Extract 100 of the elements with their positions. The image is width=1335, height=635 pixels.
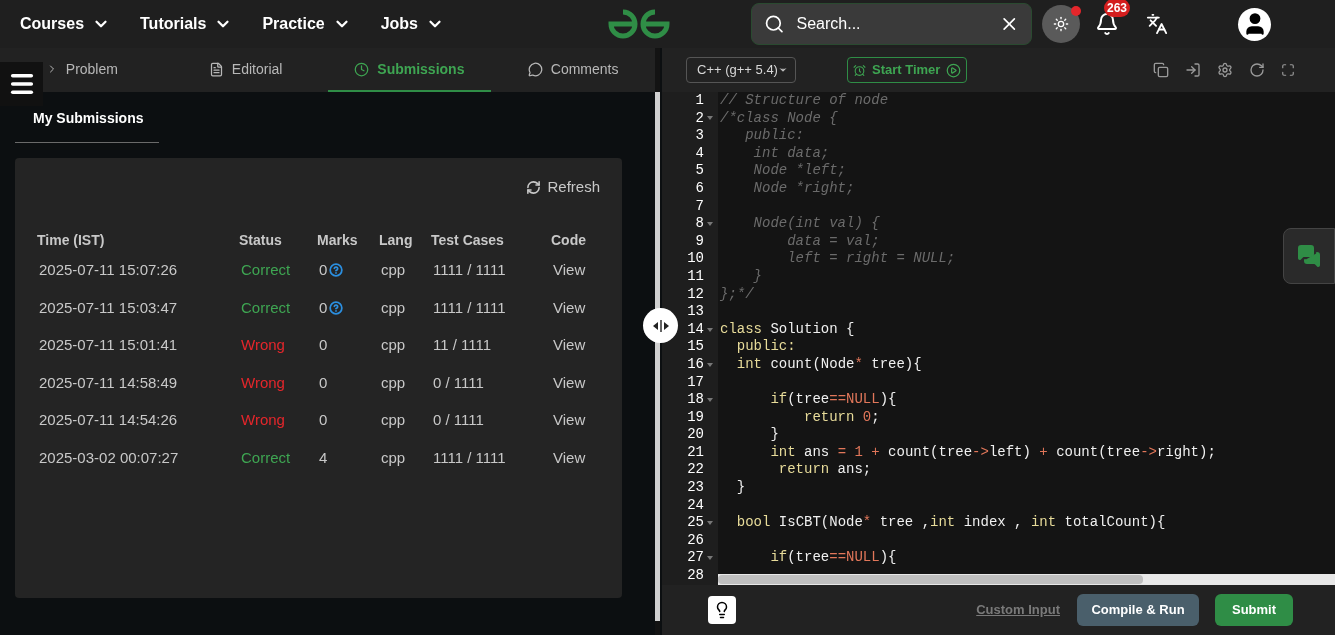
code-line: // Structure of node <box>720 92 889 108</box>
nav-menu[interactable]: Practice <box>262 12 351 36</box>
help-icon[interactable] <box>329 300 344 315</box>
compile-run-button[interactable]: Compile & Run <box>1077 594 1199 626</box>
fold-arrow-icon[interactable] <box>707 397 713 402</box>
code-line: Node *left; <box>752 162 847 179</box>
line-number: 17 <box>687 373 704 392</box>
line-number: 6 <box>695 179 704 198</box>
theme-toggle-button[interactable] <box>1042 5 1080 43</box>
view-link[interactable]: View <box>553 371 586 394</box>
code-line: int data; <box>752 144 830 161</box>
search-bar[interactable]: Search... <box>751 3 1032 45</box>
clock-icon <box>354 61 370 77</box>
line-number: 8 <box>695 215 704 233</box>
table-cell-text: 0 / 1111 <box>433 410 484 430</box>
line-number: 3 <box>695 127 704 145</box>
nav-menu[interactable]: Tutorials <box>140 12 233 36</box>
table-cell-text: cpp <box>381 335 406 355</box>
table-cell-text: 0 <box>319 410 328 430</box>
line-number: 1 <box>695 92 704 110</box>
line-number: 18 <box>687 391 704 409</box>
hint-button[interactable] <box>708 596 736 624</box>
view-link[interactable]: View <box>553 409 586 432</box>
refresh-button[interactable]: Refresh <box>526 176 600 199</box>
settings-icon[interactable] <box>1217 62 1233 78</box>
table-cell-text: 2025-07-11 14:54:26 <box>39 410 178 430</box>
notification-count: 263 <box>1104 0 1131 17</box>
fold-arrow-icon[interactable] <box>707 362 713 367</box>
table-cell-text: 0 <box>319 260 328 280</box>
search-field[interactable]: Search... <box>796 12 987 36</box>
line-number: 23 <box>687 479 704 497</box>
fullscreen-icon[interactable] <box>1281 63 1295 77</box>
help-icon[interactable] <box>329 263 344 278</box>
table-cell-text: 1111 / 1111 <box>433 260 506 280</box>
view-link[interactable]: View <box>553 296 586 319</box>
refresh-icon <box>526 179 542 195</box>
code-line: int count(Node* tree){ <box>735 355 922 372</box>
fold-arrow-icon[interactable] <box>707 221 713 226</box>
table-cell-text: cpp <box>381 260 406 280</box>
nav-menu[interactable]: Jobs <box>380 12 444 36</box>
translate-icon[interactable] <box>1146 13 1168 35</box>
fold-arrow-icon[interactable] <box>707 521 713 526</box>
table-cell-text: 2025-07-11 15:03:47 <box>39 297 178 318</box>
line-number: 27 <box>687 549 704 568</box>
line-number: 24 <box>687 496 704 515</box>
avatar[interactable] <box>1238 7 1271 41</box>
fold-arrow-icon[interactable] <box>707 556 713 561</box>
code-line: class Solution { <box>720 320 855 337</box>
line-number: 25 <box>687 514 704 532</box>
fold-arrow-icon[interactable] <box>707 116 713 121</box>
table-cell-text: 2025-03-02 00:07:27 <box>39 447 179 468</box>
view-link[interactable]: View <box>553 334 586 357</box>
column-header: Status <box>239 230 283 250</box>
code-line: data = val; <box>786 232 880 249</box>
table-cell-text: 2025-07-11 14:58:49 <box>39 372 178 393</box>
custom-input-link[interactable]: Custom Input <box>976 600 1060 620</box>
play-icon <box>946 62 962 78</box>
table-cell-text: cpp <box>381 372 406 393</box>
line-number: 5 <box>695 162 704 180</box>
status-text: Wrong <box>241 372 285 393</box>
code-line: left = right = NULL; <box>786 250 956 267</box>
line-number: 19 <box>687 408 704 427</box>
code-line: return 0; <box>803 408 880 425</box>
view-link[interactable]: View <box>553 259 586 282</box>
menu-button[interactable] <box>0 62 43 106</box>
tab[interactable]: Submissions <box>327 48 492 92</box>
tab[interactable]: Editorial <box>163 48 328 92</box>
chat-bubbles-icon <box>1297 244 1321 268</box>
table-cell-text: 0 <box>319 297 328 318</box>
chat-button[interactable] <box>1283 228 1335 284</box>
view-link[interactable]: View <box>553 446 586 469</box>
code-line: Node *right; <box>752 179 855 196</box>
line-number: 7 <box>695 197 704 216</box>
tab[interactable]: Comments <box>491 48 655 92</box>
line-number: 28 <box>687 567 704 585</box>
table-cell-text: 0 / 1111 <box>433 372 484 393</box>
table-cell-text: 11 / 1111 <box>433 335 492 355</box>
language-select[interactable]: C++ (g++ 5.4) <box>686 57 796 83</box>
nav-menu[interactable]: Courses <box>20 12 111 36</box>
column-header: Lang <box>379 230 414 250</box>
scrollbar[interactable] <box>655 92 660 621</box>
tab[interactable]: Problem <box>0 48 164 92</box>
speech-bubble-icon <box>527 61 543 77</box>
resize-arrows-icon <box>651 318 670 333</box>
bell-icon[interactable] <box>1095 12 1119 36</box>
sign-in-icon[interactable] <box>1185 62 1201 78</box>
submit-button[interactable]: Submit <box>1215 594 1293 626</box>
copy-icon[interactable] <box>1153 62 1169 78</box>
start-timer-button[interactable]: Start Timer <box>847 57 968 83</box>
section-heading: My Submissions <box>15 108 159 143</box>
fold-arrow-icon[interactable] <box>707 327 713 332</box>
line-number: 14 <box>687 320 704 339</box>
code-line: if(tree==NULL){ <box>769 391 897 408</box>
line-number: 12 <box>687 285 704 304</box>
status-text: Correct <box>241 260 291 280</box>
table-cell-text: 1111 / 1111 <box>433 297 506 318</box>
horizontal-scrollbar[interactable] <box>718 574 1335 585</box>
reset-icon[interactable] <box>1249 62 1265 78</box>
code-line: } <box>769 426 779 443</box>
table-cell-text: 4 <box>319 447 328 468</box>
